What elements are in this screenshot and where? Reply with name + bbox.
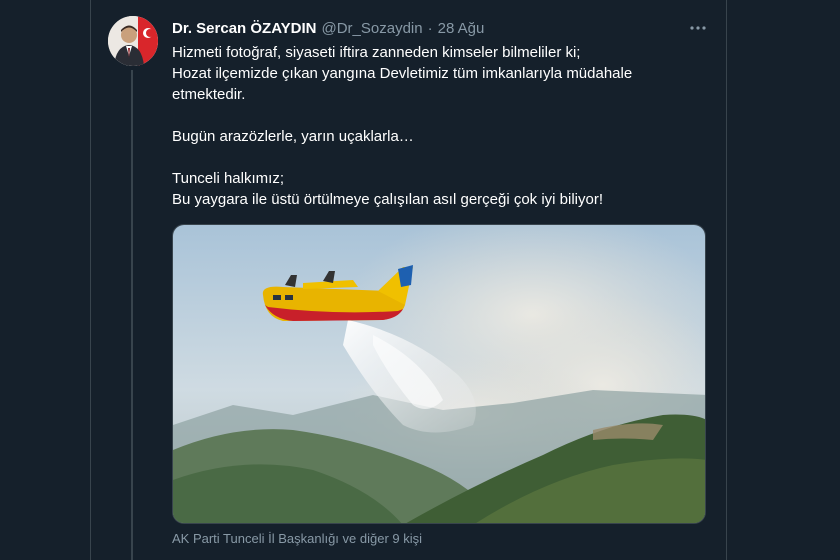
tweet-text-line: Bu yaygara ile üstü örtülmeye çalışılan … — [172, 191, 604, 208]
tweet-text-line: Bugün arazözlerle, yarın uçaklarla… — [172, 128, 414, 145]
timeline-right-border — [726, 0, 727, 560]
thread-connector-line — [131, 70, 133, 560]
tweet-text-line: Hozat ilçemizde çıkan yangına Devletimiz… — [172, 65, 633, 82]
tweet-text-line: Tunceli halkımız; — [172, 170, 284, 187]
tweet-header: Dr. Sercan ÖZAYDIN @Dr_Sozaydin · 28 Ağu — [172, 18, 484, 38]
tweet-date[interactable]: 28 Ağu — [438, 20, 485, 37]
tagged-users-link[interactable]: AK Parti Tunceli İl Başkanlığı ve diğer … — [172, 531, 422, 546]
tweet-text: Hizmeti fotoğraf, siyaseti iftira zanned… — [172, 42, 712, 210]
author-avatar[interactable] — [108, 16, 158, 66]
author-handle[interactable]: @Dr_Sozaydin — [322, 20, 423, 37]
tweet-photo[interactable] — [172, 224, 706, 524]
tweet-text-line: Hizmeti fotoğraf, siyaseti iftira zanned… — [172, 44, 581, 61]
timeline-left-border — [90, 0, 91, 560]
author-name[interactable]: Dr. Sercan ÖZAYDIN — [172, 20, 317, 37]
header-separator: · — [427, 19, 433, 37]
tweet-text-line: etmektedir. — [172, 86, 246, 103]
more-horizontal-icon[interactable] — [686, 18, 710, 38]
firefighting-plane-photo — [173, 225, 705, 523]
more-dots-glyph — [690, 26, 706, 30]
